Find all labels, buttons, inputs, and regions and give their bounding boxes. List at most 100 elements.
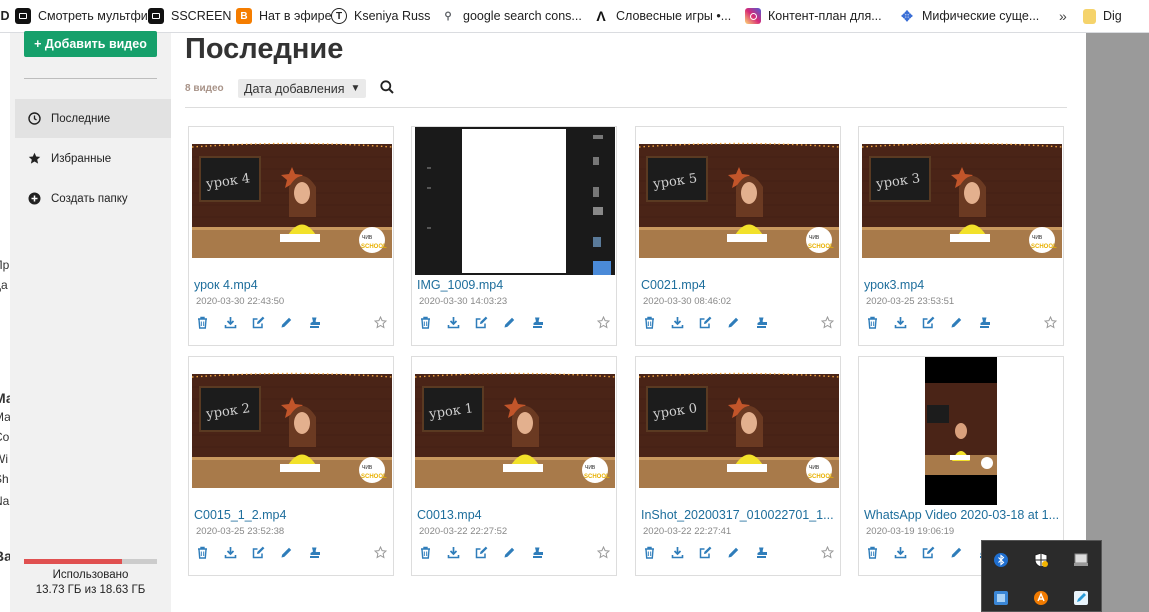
bookmark-item[interactable]: ✥ Мифические суще...	[899, 0, 1059, 32]
favorite-button[interactable]	[373, 545, 388, 560]
bookmark-item[interactable]: ⚲ google search cons...	[440, 0, 593, 32]
favorite-button[interactable]	[373, 315, 388, 330]
avast-icon[interactable]	[1032, 589, 1050, 607]
video-thumbnail[interactable]: урок 0 ЧИВ SCHOOL	[639, 357, 839, 505]
video-actions	[416, 315, 614, 331]
delete-button[interactable]	[195, 315, 210, 330]
edit-box-icon	[699, 316, 712, 329]
video-name[interactable]: WhatsApp Video 2020-03-18 at 1...	[864, 508, 1060, 522]
video-thumbnail[interactable]: урок 5 ЧИВ SCHOOL	[639, 127, 839, 275]
video-name[interactable]: урок3.mp4	[864, 278, 1060, 292]
edit-info-button[interactable]	[921, 315, 936, 330]
edit-info-button[interactable]	[698, 545, 713, 560]
edit-info-button[interactable]	[251, 545, 266, 560]
rename-button[interactable]	[502, 545, 517, 560]
download-button[interactable]	[893, 545, 908, 560]
video-card[interactable]: урок 4 ЧИВ SCHOOL урок 4.mp4 2020-03-30 2…	[188, 126, 394, 346]
stamp-icon	[531, 546, 544, 559]
bluetooth-icon[interactable]	[992, 551, 1010, 569]
stamp-button[interactable]	[530, 545, 545, 560]
video-card[interactable]: урок 2 ЧИВ SCHOOL C0015_1_2.mp4 2020-03-2…	[188, 356, 394, 576]
delete-button[interactable]	[642, 315, 657, 330]
bookmark-item[interactable]: ID	[0, 0, 15, 32]
stamp-button[interactable]	[530, 315, 545, 330]
video-name[interactable]: урок 4.mp4	[194, 278, 390, 292]
bookmark-item[interactable]: Контент-план для...	[745, 0, 899, 32]
bookmark-item[interactable]: T Kseniya Russ	[331, 0, 440, 32]
drive-icon[interactable]	[1072, 551, 1090, 569]
network-icon[interactable]	[992, 589, 1010, 607]
video-card[interactable]: урок 5 ЧИВ SCHOOL C0021.mp4 2020-03-30 08…	[635, 126, 841, 346]
storage-usage-bar	[24, 559, 157, 564]
video-thumbnail[interactable]: урок 4 ЧИВ SCHOOL	[192, 127, 392, 275]
video-name[interactable]: C0015_1_2.mp4	[194, 508, 390, 522]
delete-button[interactable]	[865, 545, 880, 560]
delete-button[interactable]	[642, 545, 657, 560]
rename-button[interactable]	[726, 315, 741, 330]
video-card[interactable]: урок 0 ЧИВ SCHOOL InShot_20200317_010022…	[635, 356, 841, 576]
edit-info-button[interactable]	[474, 545, 489, 560]
video-card[interactable]: урок 3 ЧИВ SCHOOL урок3.mp4 2020-03-25 23…	[858, 126, 1064, 346]
download-button[interactable]	[670, 545, 685, 560]
edit-info-button[interactable]	[474, 315, 489, 330]
favorite-button[interactable]	[820, 545, 835, 560]
sort-dropdown[interactable]: Дата добавления ▼	[238, 79, 367, 98]
stamp-icon	[308, 316, 321, 329]
rename-button[interactable]	[279, 545, 294, 560]
favorite-button[interactable]	[596, 315, 611, 330]
stamp-button[interactable]	[754, 545, 769, 560]
video-card[interactable]: IMG_1009.mp4 2020-03-30 14:03:23	[411, 126, 617, 346]
video-name[interactable]: C0013.mp4	[417, 508, 613, 522]
video-thumbnail[interactable]: урок 1 ЧИВ SCHOOL	[415, 357, 615, 505]
pencil-icon	[280, 546, 293, 559]
download-button[interactable]	[223, 315, 238, 330]
download-button[interactable]	[446, 315, 461, 330]
sidebar-item-create-folder[interactable]: Создать папку	[15, 179, 171, 218]
stamp-button[interactable]	[307, 315, 322, 330]
edit-info-button[interactable]	[698, 315, 713, 330]
download-button[interactable]	[446, 545, 461, 560]
download-icon	[894, 316, 907, 329]
video-name[interactable]: IMG_1009.mp4	[417, 278, 613, 292]
bookmark-item[interactable]: »	[1059, 0, 1083, 32]
video-name[interactable]: C0021.mp4	[641, 278, 837, 292]
stamp-button[interactable]	[754, 315, 769, 330]
rename-button[interactable]	[949, 545, 964, 560]
rename-button[interactable]	[502, 315, 517, 330]
stamp-button[interactable]	[977, 315, 992, 330]
delete-button[interactable]	[418, 545, 433, 560]
video-thumbnail[interactable]: урок 3 ЧИВ SCHOOL	[862, 127, 1062, 275]
search-console-icon: ⚲	[440, 8, 456, 24]
bookmark-item[interactable]: Dig	[1083, 0, 1143, 32]
search-icon[interactable]	[380, 80, 394, 99]
favorite-button[interactable]	[596, 545, 611, 560]
video-card[interactable]: урок 1 ЧИВ SCHOOL C0013.mp4 2020-03-22 22…	[411, 356, 617, 576]
favorite-button[interactable]	[820, 315, 835, 330]
pen-tray-icon[interactable]	[1072, 589, 1090, 607]
rename-button[interactable]	[726, 545, 741, 560]
edit-info-button[interactable]	[921, 545, 936, 560]
favorite-button[interactable]	[1043, 315, 1058, 330]
download-button[interactable]	[670, 315, 685, 330]
download-button[interactable]	[223, 545, 238, 560]
add-video-button[interactable]: + Добавить видео	[24, 31, 157, 57]
delete-button[interactable]	[865, 315, 880, 330]
download-button[interactable]	[893, 315, 908, 330]
video-thumbnail[interactable]: урок 2 ЧИВ SCHOOL	[192, 357, 392, 505]
edit-info-button[interactable]	[251, 315, 266, 330]
rename-button[interactable]	[279, 315, 294, 330]
stamp-button[interactable]	[307, 545, 322, 560]
bookmark-item[interactable]: Смотреть мультфи...	[15, 0, 158, 32]
bookmark-item[interactable]: Λ Словесные игры •...	[593, 0, 745, 32]
video-thumbnail[interactable]	[862, 357, 1062, 505]
rename-button[interactable]	[949, 315, 964, 330]
video-name[interactable]: InShot_20200317_010022701_1...	[641, 508, 837, 522]
delete-button[interactable]	[418, 315, 433, 330]
sidebar-item-recent[interactable]: Последние	[15, 99, 171, 138]
bookmark-item[interactable]: B Нат в эфире	[236, 0, 332, 32]
delete-button[interactable]	[195, 545, 210, 560]
shield-icon[interactable]	[1032, 551, 1050, 569]
sidebar-item-favorites[interactable]: Избранные	[15, 139, 171, 178]
video-thumbnail[interactable]	[415, 127, 615, 275]
bookmark-item[interactable]: SSCREEN	[148, 0, 236, 32]
